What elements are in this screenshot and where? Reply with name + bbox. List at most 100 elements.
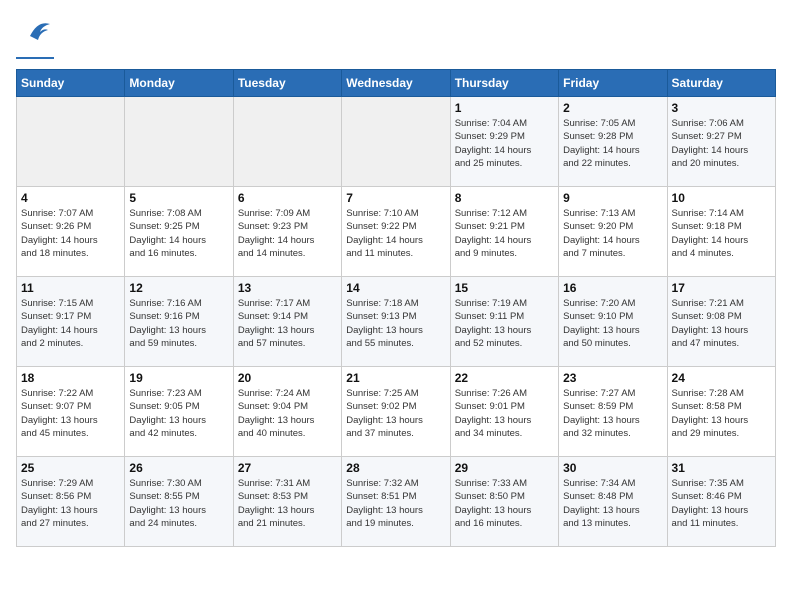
day-cell: 11Sunrise: 7:15 AM Sunset: 9:17 PM Dayli… [17, 277, 125, 367]
day-cell: 3 Sunrise: 7:06 AM Sunset: 9:27 PM Daylig… [667, 97, 775, 187]
day-cell [233, 97, 341, 187]
day-cell: 15 Sunrise: 7:19 AM Sunset: 9:11 PM Dayli… [450, 277, 558, 367]
day-info: Sunrise: 7:14 AM Sunset: 9:18 PM Dayligh… [672, 207, 771, 260]
col-header-thursday: Thursday [450, 70, 558, 97]
day-info: Sunrise: 7:12 AM Sunset: 9:21 PM Dayligh… [455, 207, 554, 260]
day-cell: 2 Sunrise: 7:05 AM Sunset: 9:28 PM Daylig… [559, 97, 667, 187]
day-info: Sunrise: 7:24 AM Sunset: 9:04 PM Dayligh… [238, 387, 337, 440]
day-cell: 27 Sunrise: 7:31 AM Sunset: 8:53 PM Dayli… [233, 457, 341, 547]
day-number: 21 [346, 371, 445, 385]
day-info: Sunrise: 7:21 AM Sunset: 9:08 PM Dayligh… [672, 297, 771, 350]
day-cell: 4 Sunrise: 7:07 AM Sunset: 9:26 PM Daylig… [17, 187, 125, 277]
day-cell: 5 Sunrise: 7:08 AM Sunset: 9:25 PM Daylig… [125, 187, 233, 277]
logo [16, 16, 54, 59]
day-info: Sunrise: 7:32 AM Sunset: 8:51 PM Dayligh… [346, 477, 445, 530]
day-cell: 8 Sunrise: 7:12 AM Sunset: 9:21 PM Daylig… [450, 187, 558, 277]
day-info: Sunrise: 7:33 AM Sunset: 8:50 PM Dayligh… [455, 477, 554, 530]
day-number: 25 [21, 461, 120, 475]
day-info: Sunrise: 7:05 AM Sunset: 9:28 PM Dayligh… [563, 117, 662, 170]
logo-bird-icon [22, 16, 54, 55]
day-cell: 10 Sunrise: 7:14 AM Sunset: 9:18 PM Dayli… [667, 187, 775, 277]
day-cell: 19 Sunrise: 7:23 AM Sunset: 9:05 PM Dayli… [125, 367, 233, 457]
day-number: 3 [672, 101, 771, 115]
day-cell: 24 Sunrise: 7:28 AM Sunset: 8:58 PM Dayli… [667, 367, 775, 457]
header-row: SundayMondayTuesdayWednesdayThursdayFrid… [17, 70, 776, 97]
day-info: Sunrise: 7:16 AM Sunset: 9:16 PM Dayligh… [129, 297, 228, 350]
week-row-5: 25 Sunrise: 7:29 AM Sunset: 8:56 PM Dayli… [17, 457, 776, 547]
day-cell: 30 Sunrise: 7:34 AM Sunset: 8:48 PM Dayli… [559, 457, 667, 547]
day-number: 4 [21, 191, 120, 205]
day-number: 15 [455, 281, 554, 295]
col-header-tuesday: Tuesday [233, 70, 341, 97]
day-number: 22 [455, 371, 554, 385]
day-info: Sunrise: 7:34 AM Sunset: 8:48 PM Dayligh… [563, 477, 662, 530]
day-info: Sunrise: 7:06 AM Sunset: 9:27 PM Dayligh… [672, 117, 771, 170]
col-header-monday: Monday [125, 70, 233, 97]
day-number: 10 [672, 191, 771, 205]
day-cell: 20 Sunrise: 7:24 AM Sunset: 9:04 PM Dayli… [233, 367, 341, 457]
day-cell [125, 97, 233, 187]
day-number: 30 [563, 461, 662, 475]
day-info: Sunrise: 7:23 AM Sunset: 9:05 PM Dayligh… [129, 387, 228, 440]
day-number: 24 [672, 371, 771, 385]
day-number: 14 [346, 281, 445, 295]
week-row-4: 18 Sunrise: 7:22 AM Sunset: 9:07 PM Dayli… [17, 367, 776, 457]
day-cell [17, 97, 125, 187]
day-number: 2 [563, 101, 662, 115]
day-cell: 21Sunrise: 7:25 AM Sunset: 9:02 PM Dayli… [342, 367, 450, 457]
day-info: Sunrise: 7:30 AM Sunset: 8:55 PM Dayligh… [129, 477, 228, 530]
day-number: 9 [563, 191, 662, 205]
day-number: 20 [238, 371, 337, 385]
day-cell: 25 Sunrise: 7:29 AM Sunset: 8:56 PM Dayli… [17, 457, 125, 547]
day-number: 27 [238, 461, 337, 475]
day-info: Sunrise: 7:19 AM Sunset: 9:11 PM Dayligh… [455, 297, 554, 350]
day-info: Sunrise: 7:31 AM Sunset: 8:53 PM Dayligh… [238, 477, 337, 530]
day-info: Sunrise: 7:17 AM Sunset: 9:14 PM Dayligh… [238, 297, 337, 350]
day-number: 5 [129, 191, 228, 205]
day-info: Sunrise: 7:13 AM Sunset: 9:20 PM Dayligh… [563, 207, 662, 260]
day-number: 18 [21, 371, 120, 385]
day-cell: 12 Sunrise: 7:16 AM Sunset: 9:16 PM Dayli… [125, 277, 233, 367]
day-number: 31 [672, 461, 771, 475]
day-number: 26 [129, 461, 228, 475]
calendar-table: SundayMondayTuesdayWednesdayThursdayFrid… [16, 69, 776, 547]
day-cell: 13 Sunrise: 7:17 AM Sunset: 9:14 PM Dayli… [233, 277, 341, 367]
day-cell: 31Sunrise: 7:35 AM Sunset: 8:46 PM Dayli… [667, 457, 775, 547]
day-number: 13 [238, 281, 337, 295]
day-number: 8 [455, 191, 554, 205]
day-number: 1 [455, 101, 554, 115]
day-info: Sunrise: 7:29 AM Sunset: 8:56 PM Dayligh… [21, 477, 120, 530]
day-cell: 26 Sunrise: 7:30 AM Sunset: 8:55 PM Dayli… [125, 457, 233, 547]
day-info: Sunrise: 7:18 AM Sunset: 9:13 PM Dayligh… [346, 297, 445, 350]
day-info: Sunrise: 7:04 AM Sunset: 9:29 PM Dayligh… [455, 117, 554, 170]
day-info: Sunrise: 7:08 AM Sunset: 9:25 PM Dayligh… [129, 207, 228, 260]
col-header-sunday: Sunday [17, 70, 125, 97]
week-row-3: 11Sunrise: 7:15 AM Sunset: 9:17 PM Dayli… [17, 277, 776, 367]
day-cell: 22 Sunrise: 7:26 AM Sunset: 9:01 PM Dayli… [450, 367, 558, 457]
day-number: 28 [346, 461, 445, 475]
day-cell: 23 Sunrise: 7:27 AM Sunset: 8:59 PM Dayli… [559, 367, 667, 457]
day-info: Sunrise: 7:22 AM Sunset: 9:07 PM Dayligh… [21, 387, 120, 440]
day-info: Sunrise: 7:28 AM Sunset: 8:58 PM Dayligh… [672, 387, 771, 440]
day-number: 7 [346, 191, 445, 205]
day-info: Sunrise: 7:10 AM Sunset: 9:22 PM Dayligh… [346, 207, 445, 260]
day-info: Sunrise: 7:26 AM Sunset: 9:01 PM Dayligh… [455, 387, 554, 440]
day-cell: 7 Sunrise: 7:10 AM Sunset: 9:22 PM Daylig… [342, 187, 450, 277]
day-info: Sunrise: 7:07 AM Sunset: 9:26 PM Dayligh… [21, 207, 120, 260]
day-number: 6 [238, 191, 337, 205]
day-cell: 16Sunrise: 7:20 AM Sunset: 9:10 PM Dayli… [559, 277, 667, 367]
day-cell: 17Sunrise: 7:21 AM Sunset: 9:08 PM Dayli… [667, 277, 775, 367]
day-cell [342, 97, 450, 187]
day-number: 23 [563, 371, 662, 385]
day-number: 19 [129, 371, 228, 385]
day-cell: 6Sunrise: 7:09 AM Sunset: 9:23 PM Daylig… [233, 187, 341, 277]
day-cell: 18 Sunrise: 7:22 AM Sunset: 9:07 PM Dayli… [17, 367, 125, 457]
day-number: 12 [129, 281, 228, 295]
page-header [16, 16, 776, 59]
day-info: Sunrise: 7:20 AM Sunset: 9:10 PM Dayligh… [563, 297, 662, 350]
col-header-saturday: Saturday [667, 70, 775, 97]
day-cell: 14 Sunrise: 7:18 AM Sunset: 9:13 PM Dayli… [342, 277, 450, 367]
day-info: Sunrise: 7:27 AM Sunset: 8:59 PM Dayligh… [563, 387, 662, 440]
day-cell: 28 Sunrise: 7:32 AM Sunset: 8:51 PM Dayli… [342, 457, 450, 547]
col-header-friday: Friday [559, 70, 667, 97]
